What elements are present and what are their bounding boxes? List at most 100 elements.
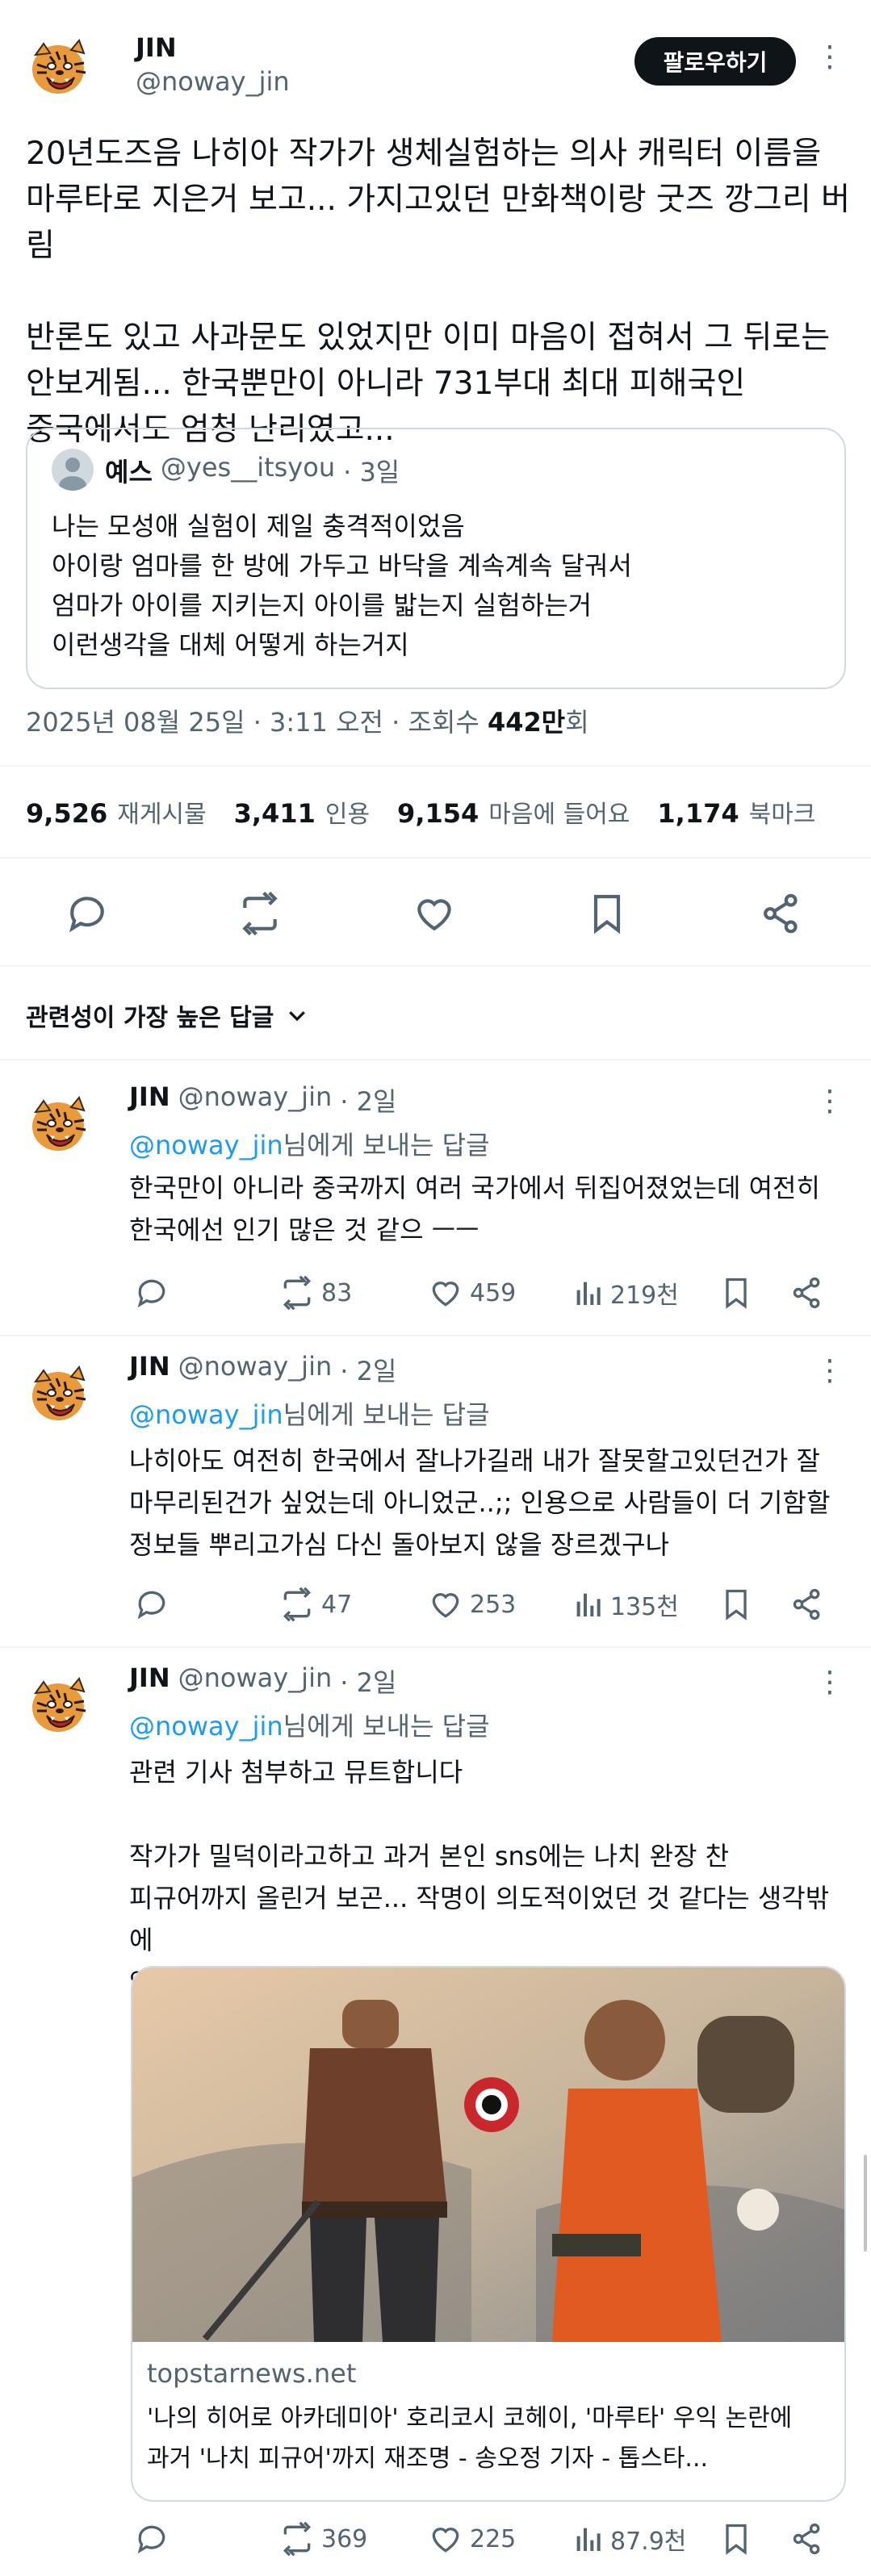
avatar[interactable] [26,32,95,102]
quote-label[interactable]: 인용 [325,794,370,830]
quoted-post[interactable]: 예스 @yes__itsyou · 3일 나는 모성애 실험이 제일 충격적이었… [26,428,846,689]
repost-count: 83 [321,1278,353,1307]
tiger-avatar-icon [26,32,95,102]
reply-author-name[interactable]: JIN [129,1662,170,1700]
tiger-avatar-icon [26,1359,95,1428]
share-icon[interactable] [789,1587,825,1622]
divider [0,965,871,967]
engagement-stats: 9,526 재게시물 3,411 인용 9,154 마음에 들어요 1,174 … [26,794,815,830]
reply-avatar[interactable] [26,1671,95,1740]
chevron-down-icon [289,1011,306,1022]
reply-header: JIN @noway_jin · 2일 [129,1081,396,1119]
repost-icon[interactable] [237,891,283,936]
like-count: 459 [470,1278,517,1307]
reply-author-handle[interactable]: @noway_jin [178,1081,333,1119]
views-action[interactable]: 219천 [572,1275,679,1311]
replying-to-handle[interactable]: @noway_jin [129,1711,283,1742]
timestamp-text: 2025년 08월 25일 · 3:11 오전 · 조회수 [26,707,479,738]
more-options-icon[interactable]: ⋮ [815,1354,844,1387]
post-text-line: 안보게됨... 한국뿐만이 아니라 731부대 최대 피해국인 [26,366,746,402]
view-count: 442만 [487,707,566,738]
reply-icon [137,1591,165,1620]
reply-action[interactable] [134,1587,170,1622]
replying-to-handle[interactable]: @noway_jin [129,1130,283,1160]
divider [0,765,871,767]
replying-to-handle[interactable]: @noway_jin [129,1399,283,1430]
replying-to: @noway_jin님에게 보내는 답글 [129,1706,490,1743]
views-action[interactable]: 135천 [572,1587,679,1622]
reply-avatar[interactable] [26,1089,95,1159]
divider [0,1646,871,1648]
more-options-icon[interactable]: ⋮ [815,1085,844,1118]
tiger-avatar-icon [26,1671,95,1740]
reply-avatar[interactable] [26,1359,95,1428]
quote-time: · 3일 [343,457,400,487]
bookmark-icon[interactable] [718,1587,754,1622]
post-text-line: 마루타로 지은거 보고... 가지고있던 만화책이랑 굿즈 깡그리 버림 [26,182,850,264]
reply-text-line: 마무리된건가 싶었는데 아니었군..;; 인용으로 사람들이 더 기함할 [129,1487,831,1518]
reply-author-name[interactable]: JIN [129,1351,170,1388]
repost-action[interactable]: 47 [279,1587,352,1622]
link-title-line: 과거 '나치 피규어'까지 재조명 - 송오정 기자 - 톱스타... [147,2444,709,2473]
bookmark-icon[interactable] [718,2521,754,2557]
like-action[interactable]: 459 [428,1275,516,1311]
replying-to-suffix: 님에게 보내는 답글 [283,1130,490,1160]
reply-text: 나히아도 여전히 한국에서 잘나가길래 내가 잘못할고있던건가 잘 마무리된건가… [129,1440,848,1566]
views-action[interactable]: 87.9천 [572,2521,686,2557]
quote-text-line: 이런생각을 대체 어떻게 하는거지 [52,629,409,660]
default-user-icon [59,458,86,491]
reply-header: JIN @noway_jin · 2일 [129,1662,396,1700]
share-icon[interactable] [789,2521,825,2557]
more-options-icon[interactable]: ⋮ [815,1666,844,1699]
reply-text-line: 관련 기사 첨부하고 뮤트합니다 [129,1757,463,1788]
quote-text-line: 엄마가 아이를 지키는지 아이를 밟는지 실험하는거 [52,590,593,621]
quote-text-line: 아이랑 엄마를 한 방에 가두고 바닥을 계속계속 달궈서 [52,550,632,581]
bookmark-icon[interactable] [584,891,630,936]
more-options-icon[interactable]: ⋮ [815,40,844,73]
like-action[interactable]: 253 [428,1587,516,1622]
reply-author-handle[interactable]: @noway_jin [178,1351,333,1388]
bookmark-label[interactable]: 북마크 [749,794,816,830]
like-action[interactable]: 225 [428,2521,516,2557]
view-count: 135천 [610,1593,679,1621]
repost-action[interactable]: 369 [279,2521,367,2557]
like-count: 225 [470,2524,517,2553]
share-icon[interactable] [759,891,804,936]
views-icon [576,2528,601,2551]
post-text-line: 20년도즈음 나히아 작가가 생체실험하는 의사 캐릭터 이름을 [26,136,822,172]
reply-action[interactable] [134,1275,170,1311]
link-preview-card[interactable]: topstarnews.net '나의 히어로 아카데미아' 호리코시 코헤이,… [131,1966,846,2502]
share-icon[interactable] [789,1275,825,1311]
link-preview-image [132,1968,844,2342]
quote-handle: @yes__itsyou [160,452,336,483]
timestamp: 2025년 08월 25일 · 3:11 오전 · 조회수 442만회 [26,702,589,739]
like-label[interactable]: 마음에 들어요 [488,794,630,830]
follow-button[interactable]: 팔로우하기 [634,37,796,86]
reply-time: · 2일 [340,1356,397,1386]
link-title-line: '나의 히어로 아카데미아' 호리코시 코헤이, '마루타' 우익 논란에 [147,2404,793,2432]
link-title: '나의 히어로 아카데미아' 호리코시 코헤이, '마루타' 우익 논란에 과거… [147,2398,833,2479]
scrollbar[interactable] [864,2155,867,2252]
like-icon [432,2528,459,2553]
replying-to: @noway_jin님에게 보내는 답글 [129,1395,490,1432]
post-text-line: 반론도 있고 사과문도 있었지만 이미 마음이 접혀서 그 뒤로는 [26,320,831,356]
author-handle[interactable]: @noway_jin [136,66,290,97]
like-icon [432,1282,459,1307]
repost-label[interactable]: 재게시물 [117,794,206,830]
reply-author-name[interactable]: JIN [129,1081,170,1119]
reply-icon[interactable] [65,891,110,936]
like-icon[interactable] [412,891,457,936]
repost-icon [283,2521,312,2557]
reply-action[interactable] [134,2521,170,2557]
sort-label: 관련성이 가장 높은 답글 [26,1004,274,1032]
bookmark-icon[interactable] [718,1275,754,1311]
views-icon [576,1282,601,1305]
reply-author-handle[interactable]: @noway_jin [178,1662,333,1700]
reply-text-line: 피규어까지 올린거 보곤... 작명이 의도적이었던 것 같다는 생각밖에 [129,1883,830,1955]
view-suffix: 회 [565,707,589,738]
author-name[interactable]: JIN [136,32,177,63]
repost-action[interactable]: 83 [279,1275,352,1311]
quote-text-line: 나는 모성애 실험이 제일 충격적이었음 [52,511,465,542]
reply-sort-dropdown[interactable]: 관련성이 가장 높은 답글 [26,997,309,1033]
reply-text-line: 정보들 뿌리고가심 다신 돌아보지 않을 장르겠구나 [129,1529,670,1560]
